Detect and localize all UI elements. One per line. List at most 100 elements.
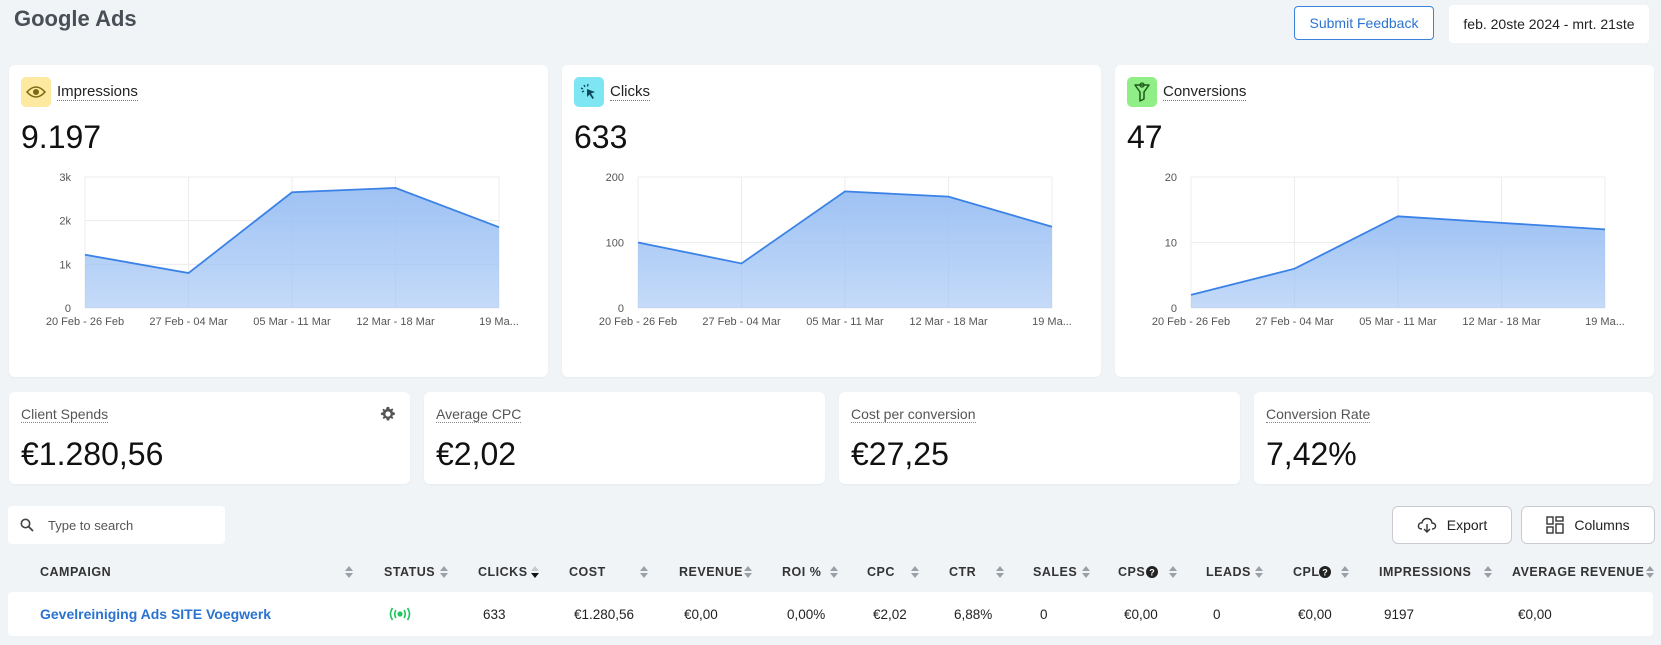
y-tick-label: 0: [618, 303, 624, 315]
x-tick-label: 12 Mar - 18 Mar: [356, 316, 435, 328]
y-tick-label: 100: [606, 238, 624, 250]
export-button[interactable]: Export: [1392, 506, 1512, 544]
data-point[interactable]: [1291, 265, 1299, 273]
sort-descending-icon[interactable]: [531, 566, 539, 578]
clicks-chart: 0 100 200 20 Feb - 26 Feb 27 Feb - 04 Mar 05 …: [599, 172, 1072, 328]
conversion-rate-value: 7,42%: [1266, 436, 1357, 472]
data-point[interactable]: [634, 239, 642, 247]
help-icon[interactable]: ?: [1146, 566, 1158, 578]
cpc-cell: €2,02: [873, 606, 907, 622]
column-header-campaign[interactable]: CAMPAIGN: [40, 556, 111, 588]
help-icon[interactable]: ?: [1319, 566, 1331, 578]
search-icon: [20, 518, 34, 532]
average-cpc-value: €2,02: [436, 436, 517, 472]
column-header-average-revenue[interactable]: AVERAGE REVENUE: [1512, 556, 1644, 588]
column-header-status[interactable]: STATUS: [384, 556, 435, 588]
column-header-ctr[interactable]: CTR: [949, 556, 976, 588]
client-spends-value: €1.280,56: [21, 436, 164, 472]
data-point[interactable]: [1601, 225, 1609, 233]
column-header-roi[interactable]: ROI %: [782, 556, 821, 588]
submit-feedback-button[interactable]: Submit Feedback: [1294, 6, 1434, 40]
x-tick-label: 19 Ma...: [479, 316, 519, 328]
x-tick-label: 20 Feb - 26 Feb: [46, 316, 124, 328]
data-point[interactable]: [738, 259, 746, 267]
column-header-cpc[interactable]: CPC: [867, 556, 895, 588]
cost-per-conversion-label[interactable]: Cost per conversion: [851, 406, 976, 423]
svg-text:?: ?: [1149, 568, 1155, 578]
sort-icon[interactable]: [440, 566, 448, 578]
x-tick-label: 05 Mar - 11 Mar: [253, 316, 331, 328]
sort-icon[interactable]: [911, 566, 919, 578]
sort-icon[interactable]: [1169, 566, 1177, 578]
sort-icon[interactable]: [1341, 566, 1349, 578]
cost-cell: €1.280,56: [574, 606, 635, 622]
cost-per-conversion-value: €27,25: [851, 436, 949, 472]
data-point[interactable]: [1498, 219, 1506, 227]
sort-icon[interactable]: [996, 566, 1004, 578]
y-tick-label: 10: [1165, 238, 1177, 250]
table-row: Gevelreiniging Ads SITE Voegwerk 633 €1.…: [8, 592, 1653, 636]
x-tick-label: 19 Ma...: [1585, 316, 1625, 328]
conversion-rate-card: Conversion Rate 7,42%: [1254, 392, 1653, 484]
data-point[interactable]: [945, 193, 953, 201]
column-header-revenue[interactable]: REVENUE: [679, 556, 743, 588]
column-header-leads[interactable]: LEADS: [1206, 556, 1251, 588]
sort-icon[interactable]: [1082, 566, 1090, 578]
x-tick-label: 27 Feb - 04 Mar: [702, 316, 781, 328]
clicks-card: Clicks 633 0 100 200 20 Feb - 26 Feb 27 Feb …: [562, 65, 1101, 377]
data-point[interactable]: [81, 251, 89, 259]
sort-icon[interactable]: [345, 566, 353, 578]
column-header-cps[interactable]: CPS: [1118, 556, 1145, 588]
column-header-cpl[interactable]: CPL: [1293, 556, 1320, 588]
conversions-chart: 0 10 20 20 Feb - 26 Feb 27 Feb - 04 Mar 05 Ma…: [1152, 172, 1625, 328]
y-tick-label: 200: [606, 172, 624, 184]
series-area: [85, 187, 499, 308]
column-header-sales[interactable]: SALES: [1033, 556, 1077, 588]
sales-cell: 0: [1040, 606, 1048, 622]
average-revenue-cell: €0,00: [1518, 606, 1552, 622]
data-point[interactable]: [495, 223, 503, 231]
sort-icon[interactable]: [1255, 566, 1263, 578]
y-tick-label: 20: [1165, 172, 1177, 184]
data-point[interactable]: [1394, 212, 1402, 220]
data-point[interactable]: [1187, 291, 1195, 299]
sort-icon[interactable]: [640, 566, 648, 578]
sort-icon[interactable]: [1484, 566, 1492, 578]
conversion-rate-label[interactable]: Conversion Rate: [1266, 406, 1371, 423]
search-input[interactable]: [46, 516, 200, 534]
x-tick-label: 12 Mar - 18 Mar: [1462, 316, 1541, 328]
sort-icon[interactable]: [1646, 566, 1654, 578]
sort-icon[interactable]: [744, 566, 752, 578]
cps-cell: €0,00: [1124, 606, 1158, 622]
x-tick-label: 12 Mar - 18 Mar: [909, 316, 988, 328]
column-header-impressions[interactable]: IMPRESSIONS: [1379, 556, 1471, 588]
data-point[interactable]: [1048, 223, 1056, 231]
svg-text:?: ?: [1322, 568, 1328, 578]
data-point[interactable]: [392, 184, 400, 192]
columns-label: Columns: [1574, 517, 1630, 533]
y-tick-label: 0: [65, 303, 71, 315]
cost-per-conversion-card: Cost per conversion €27,25: [839, 392, 1240, 484]
y-tick-label: 3k: [59, 172, 71, 184]
column-header-clicks[interactable]: CLICKS: [478, 556, 528, 588]
date-range-picker[interactable]: feb. 20ste 2024 - mrt. 21ste: [1449, 5, 1649, 43]
impressions-card: Impressions 9.197 0 1k 2k 3k 20 Feb - 26 Feb…: [9, 65, 548, 377]
data-point[interactable]: [288, 188, 296, 196]
average-cpc-label[interactable]: Average CPC: [436, 406, 522, 423]
gear-icon[interactable]: [380, 406, 396, 422]
sort-icon[interactable]: [830, 566, 838, 578]
table-header: CAMPAIGN STATUS CLICKS COST REVENUE ROI …: [0, 556, 1661, 588]
x-tick-label: 27 Feb - 04 Mar: [149, 316, 228, 328]
campaign-link[interactable]: Gevelreiniging Ads SITE Voegwerk: [40, 606, 271, 622]
x-tick-label: 05 Mar - 11 Mar: [806, 316, 884, 328]
client-spends-label[interactable]: Client Spends: [21, 406, 109, 423]
roi-cell: 0,00%: [787, 606, 826, 622]
campaign-cell: Gevelreiniging Ads SITE Voegwerk: [40, 592, 271, 636]
data-point[interactable]: [841, 187, 849, 195]
columns-button[interactable]: Columns: [1521, 506, 1655, 544]
data-point[interactable]: [185, 269, 193, 277]
ctr-cell: 6,88%: [954, 606, 993, 622]
impressions-cell: 9197: [1384, 606, 1415, 622]
column-header-cost[interactable]: COST: [569, 556, 606, 588]
active-broadcast-icon: [389, 607, 411, 621]
